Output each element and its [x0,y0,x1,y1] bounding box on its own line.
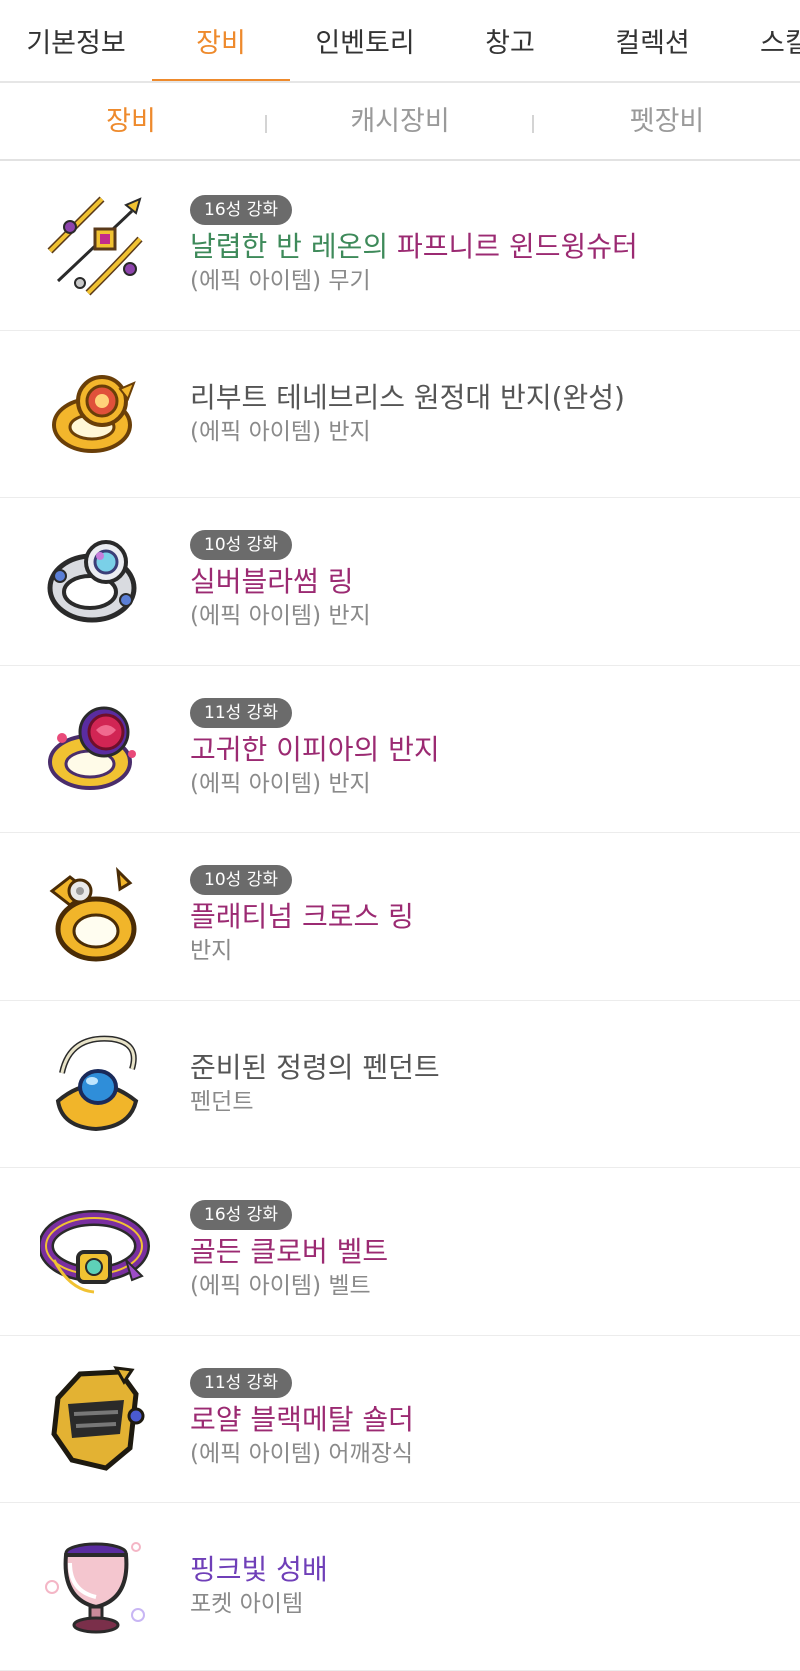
chalice-icon [45,1542,145,1634]
belt-icon [40,1210,150,1294]
equipment-item[interactable]: 11성 강화 고귀한 이피아의 반지 (에픽 아이템) 반지 [0,666,800,833]
item-title: 실버블라썸 링 [190,565,354,599]
star-force-badge: 10성 강화 [190,530,292,561]
equipment-item[interactable]: 핑크빛 성배 포켓 아이템 [0,1503,800,1671]
item-title: 플래티넘 크로스 링 [190,900,414,934]
subtab-divider [532,115,534,133]
item-type: (에픽 아이템) 반지 [190,770,371,797]
item-title: 파프니르 윈드윙슈터 [397,230,638,264]
item-type: (에픽 아이템) 어깨장식 [190,1440,414,1467]
tab-inventory[interactable]: 인벤토리 [290,0,440,81]
item-title: 골든 클로버 벨트 [190,1235,389,1269]
item-title: 핑크빛 성배 [190,1553,328,1587]
cross-ring-icon [49,867,137,962]
item-title: 고귀한 이피아의 반지 [190,732,440,766]
rose-ring-icon [48,706,136,790]
item-type: 펜던트 [190,1088,254,1115]
star-force-badge: 11성 강화 [190,1367,292,1398]
item-type: (에픽 아이템) 벨트 [190,1273,371,1300]
item-title: 준비된 정령의 펜던트 [190,1050,440,1084]
tab-basic-info[interactable]: 기본정보 [0,0,152,81]
gold-ring-icon [52,374,136,453]
equipment-list: 16성 강화 날렵한 반 레온의 파프니르 윈드윙슈터 (에픽 아이템) 무기 … [0,163,800,1671]
star-force-badge: 10성 강화 [190,865,292,896]
item-name: 날렵한 반 레온의 파프니르 윈드윙슈터 [190,229,790,265]
subtab-pet-equipment[interactable]: 펫장비 [572,83,762,161]
pendant-icon [55,1035,139,1131]
equipment-item[interactable]: 10성 강화 플래티넘 크로스 링 반지 [0,833,800,1001]
bow-weapon-icon [47,196,143,296]
equipment-item[interactable]: 11성 강화 로얄 블랙메탈 숄더 (에픽 아이템) 어깨장식 [0,1336,800,1503]
item-potential-prefix: 날렵한 반 레온의 [190,230,389,264]
equipment-item[interactable]: 16성 강화 골든 클로버 벨트 (에픽 아이템) 벨트 [0,1168,800,1336]
star-force-badge: 11성 강화 [190,697,292,728]
item-title: 로얄 블랙메탈 숄더 [190,1402,414,1436]
item-title: 리부트 테네브리스 원정대 반지(완성) [190,380,625,414]
equipment-item[interactable]: 16성 강화 날렵한 반 레온의 파프니르 윈드윙슈터 (에픽 아이템) 무기 [0,163,800,331]
silver-ring-icon [47,540,137,623]
subtab-equipment[interactable]: 장비 [36,83,226,161]
equipment-item[interactable]: 10성 강화 실버블라썸 링 (에픽 아이템) 반지 [0,498,800,666]
subtab-cash-equipment[interactable]: 캐시장비 [305,83,495,161]
item-type: (에픽 아이템) 반지 [190,603,371,630]
item-type: 포켓 아이템 [190,1591,304,1618]
equipment-item[interactable]: 준비된 정령의 펜던트 펜던트 [0,1001,800,1168]
equipment-item[interactable]: 리부트 테네브리스 원정대 반지(완성) (에픽 아이템) 반지 [0,331,800,498]
item-type: 반지 [190,938,233,965]
tab-equipment[interactable]: 장비 [152,0,290,81]
item-type: (에픽 아이템) 반지 [190,418,371,445]
subtab-divider [265,115,267,133]
sub-tab-bar: 장비 캐시장비 펫장비 [0,83,800,161]
tab-collection[interactable]: 컬렉션 [580,0,725,81]
shoulder-icon [51,1365,145,1471]
item-type: (에픽 아이템) 무기 [190,268,371,295]
top-tab-bar: 기본정보 장비 인벤토리 창고 컬렉션 스킬 [0,0,800,83]
tab-storage[interactable]: 창고 [440,0,580,81]
tab-skill[interactable]: 스킬 [760,0,800,81]
star-force-badge: 16성 강화 [190,1200,292,1231]
star-force-badge: 16성 강화 [190,195,292,226]
